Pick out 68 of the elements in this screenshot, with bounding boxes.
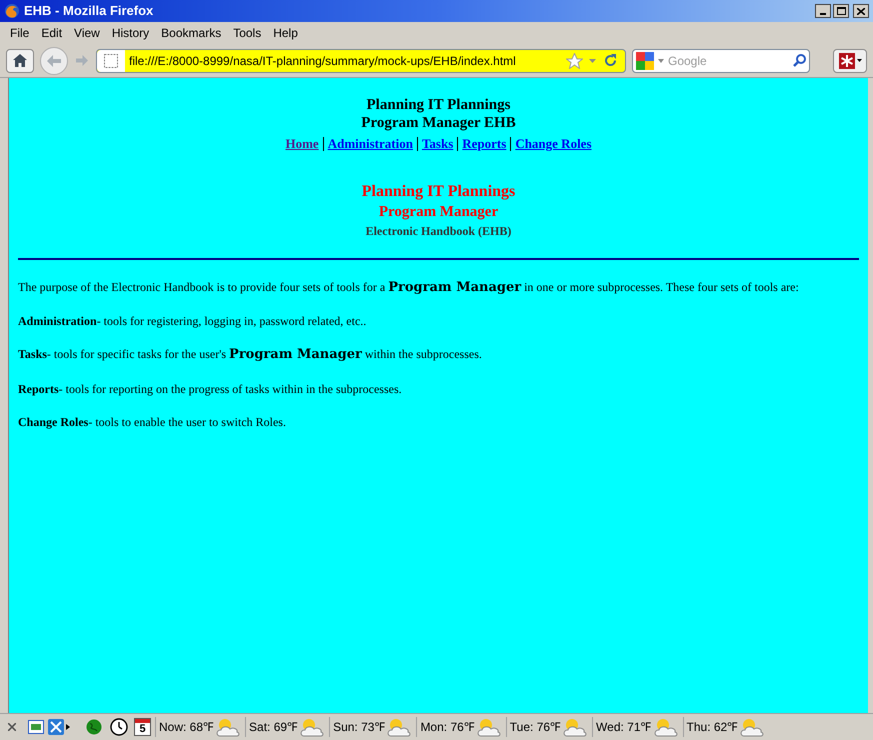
search-input[interactable]: Google bbox=[668, 52, 788, 70]
page-subtitle: Electronic Handbook (EHB) bbox=[364, 222, 512, 240]
nav-link[interactable]: Reports bbox=[462, 134, 506, 154]
menu-item[interactable]: Tools bbox=[227, 24, 268, 42]
sun-cloud-icon[interactable] bbox=[476, 717, 502, 737]
sun-cloud-icon[interactable] bbox=[299, 717, 326, 737]
address-field[interactable]: file:///E:/8000-8999/nasa/IT-planning/summary/mock-ups/EHB/index.html bbox=[96, 48, 626, 72]
menu-item[interactable]: File bbox=[4, 24, 36, 42]
browser-logo-icon bbox=[4, 3, 20, 19]
paragraph: Administration- tools for registering, logging in, password related, etc.. bbox=[18, 313, 368, 330]
paragraph: Tasks- tools for specific tasks for the user's Program Manager within the subprocesses. bbox=[18, 346, 483, 364]
weather-reading: Now: 68℉ bbox=[159, 719, 214, 736]
page-identity-icon bbox=[104, 54, 118, 68]
reload-icon[interactable] bbox=[604, 54, 617, 67]
url-text: file:///E:/8000-8999/nasa/IT-planning/summary/mock-ups/EHB/index.html bbox=[129, 52, 516, 70]
sun-cloud-icon[interactable] bbox=[562, 717, 588, 737]
page-heading: Program Manager EHB bbox=[361, 114, 516, 132]
sun-cloud-icon[interactable] bbox=[652, 717, 679, 737]
maximize-button[interactable] bbox=[833, 4, 849, 18]
weather-reading: Sat: 69℉ bbox=[249, 719, 298, 736]
tool-icon[interactable] bbox=[48, 719, 70, 735]
back-arrow-icon bbox=[47, 54, 61, 66]
sun-cloud-icon[interactable] bbox=[386, 717, 412, 737]
clock-icon[interactable] bbox=[110, 718, 128, 736]
paragraph: The purpose of the Electronic Handbook is to provide four sets of tools for a Program Manager in one or more subprocesses. These four sets of tools are: bbox=[18, 278, 800, 296]
globe-icon[interactable] bbox=[86, 719, 102, 735]
calendar-icon[interactable]: 5 bbox=[134, 718, 151, 736]
dropdown-caret-icon[interactable] bbox=[589, 58, 596, 62]
sun-cloud-icon[interactable] bbox=[215, 717, 242, 737]
weather-reading: Thu: 62℉ bbox=[686, 719, 738, 736]
menu-item[interactable]: Edit bbox=[35, 24, 68, 42]
maximize-icon bbox=[836, 7, 846, 15]
dropdown-caret-icon bbox=[856, 59, 862, 62]
star-icon[interactable] bbox=[566, 52, 583, 68]
weather-reading: Tue: 76℉ bbox=[510, 719, 560, 736]
home-icon bbox=[13, 54, 27, 67]
weather-reading: Sun: 73℉ bbox=[333, 719, 384, 736]
nav-link[interactable]: Tasks bbox=[422, 134, 454, 154]
search-engine-logo-icon bbox=[636, 52, 654, 70]
nav-link[interactable]: Administration bbox=[328, 134, 413, 154]
close-icon[interactable] bbox=[8, 723, 16, 731]
menu-item[interactable]: Bookmarks bbox=[155, 24, 228, 42]
weather-reading: Wed: 71℉ bbox=[596, 719, 651, 736]
page-title: Planning IT Plannings bbox=[362, 182, 516, 202]
window-title: EHB - Mozilla Firefox bbox=[24, 2, 154, 20]
forward-arrow-icon bbox=[76, 55, 88, 66]
menu-item[interactable]: Help bbox=[267, 24, 304, 42]
minimize-icon bbox=[820, 13, 826, 15]
addon-button[interactable] bbox=[833, 48, 867, 72]
nav-link[interactable]: Change Roles bbox=[515, 134, 592, 154]
page-title: Program Manager bbox=[378, 202, 498, 222]
menu-item[interactable]: History bbox=[106, 24, 156, 42]
close-button[interactable] bbox=[853, 4, 869, 18]
menu-item[interactable]: View bbox=[68, 24, 106, 42]
close-icon bbox=[857, 8, 865, 14]
page-heading: Planning IT Plannings bbox=[366, 96, 510, 114]
asterisk-icon bbox=[838, 52, 854, 68]
minimize-button[interactable] bbox=[815, 4, 831, 18]
paragraph: Change Roles- tools to enable the user to switch Roles. bbox=[18, 414, 287, 430]
sun-cloud-icon[interactable] bbox=[739, 717, 766, 737]
paragraph: Reports- tools for reporting on the progress of tasks within in the subprocesses. bbox=[18, 380, 403, 398]
search-icon[interactable] bbox=[793, 54, 806, 67]
home-button[interactable] bbox=[6, 48, 34, 72]
weather-reading: Mon: 76℉ bbox=[420, 719, 474, 736]
nav-link[interactable]: Home bbox=[285, 134, 319, 154]
dropdown-caret-icon[interactable] bbox=[658, 58, 664, 62]
search-field[interactable]: Google bbox=[632, 48, 810, 72]
status-addon-icon[interactable] bbox=[28, 720, 44, 734]
